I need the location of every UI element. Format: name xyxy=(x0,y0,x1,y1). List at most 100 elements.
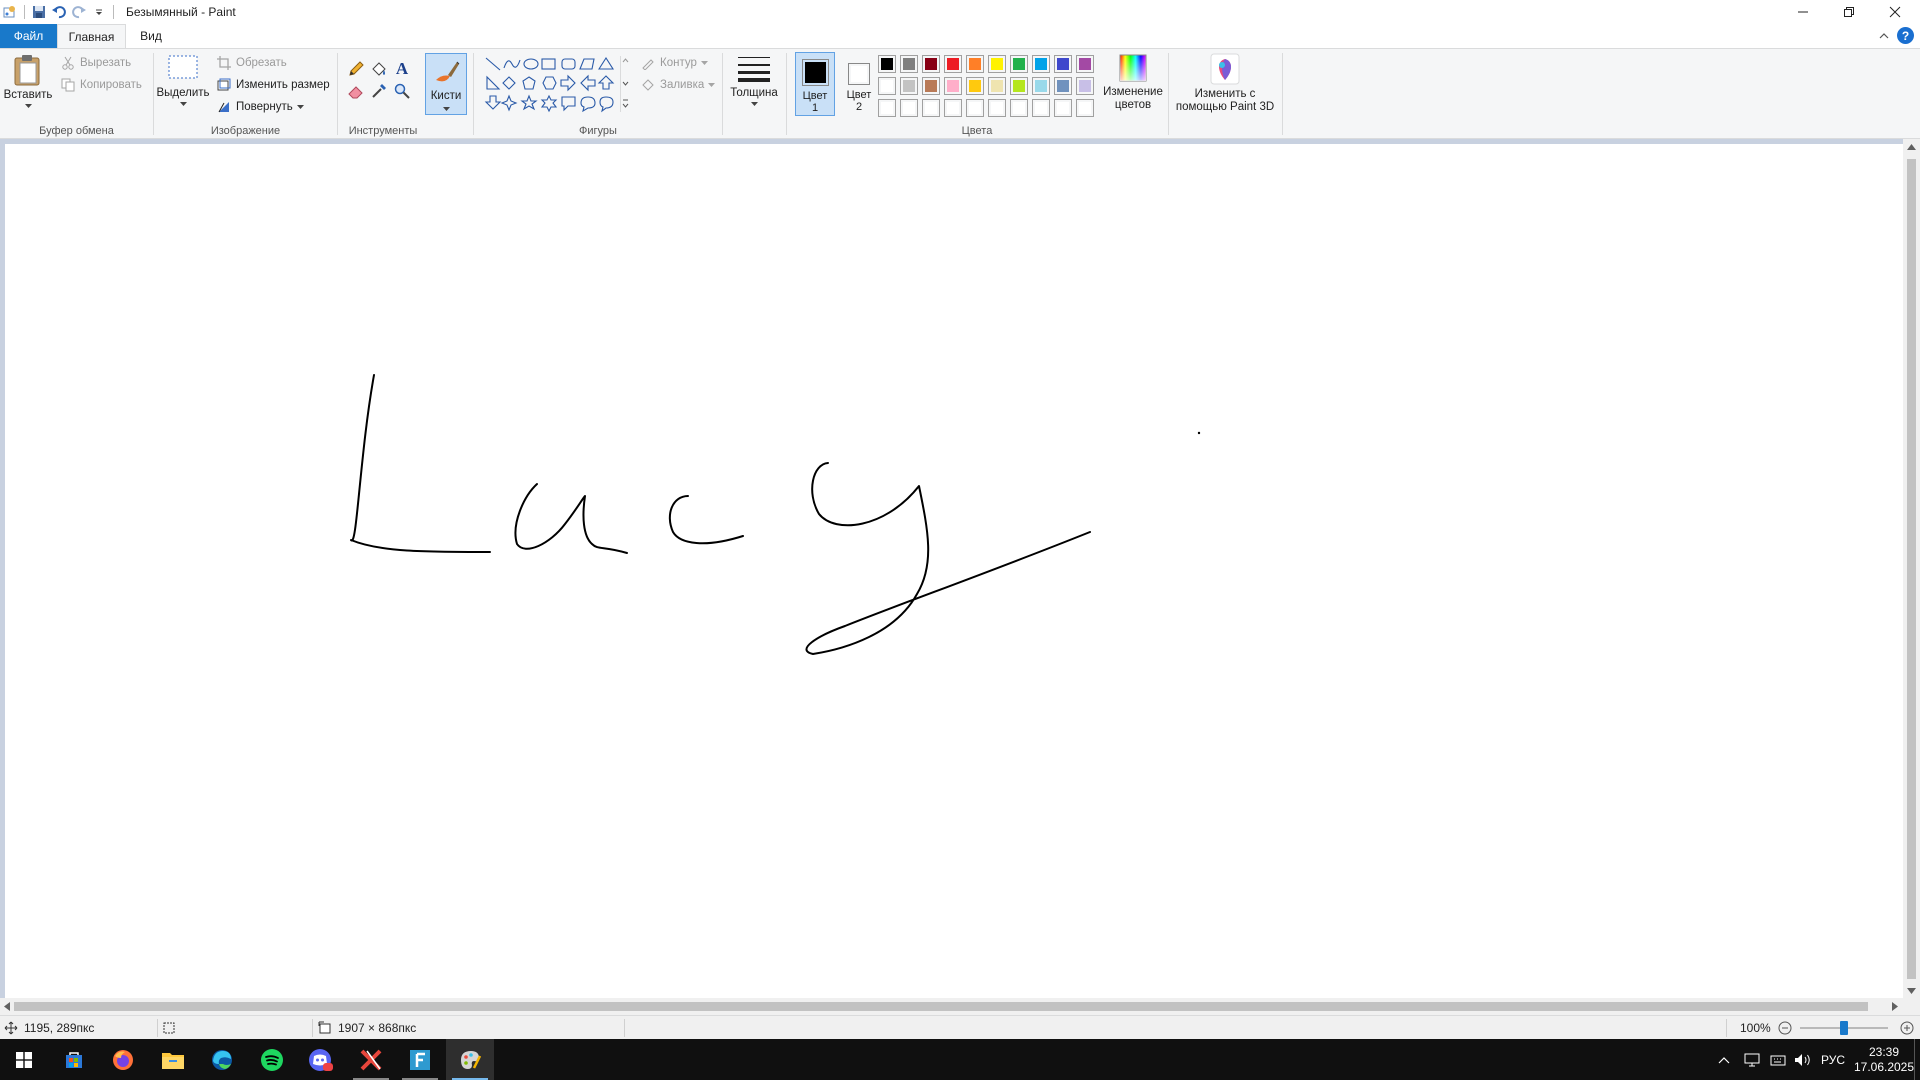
file-explorer-app[interactable] xyxy=(149,1039,197,1080)
palette-color-swatch[interactable] xyxy=(1032,77,1050,95)
zoom-in-button[interactable] xyxy=(1900,1016,1914,1040)
palette-color-swatch[interactable] xyxy=(1076,77,1094,95)
x-app[interactable] xyxy=(347,1039,395,1080)
paint-app-icon[interactable] xyxy=(0,2,20,22)
palette-color-swatch[interactable] xyxy=(878,55,896,73)
tab-view[interactable]: Вид xyxy=(130,24,172,48)
size-button[interactable]: Толщина xyxy=(726,53,782,107)
palette-color-swatch[interactable] xyxy=(900,55,918,73)
brushes-button[interactable]: Кисти xyxy=(425,53,467,115)
customize-toolbar-chevron-icon[interactable] xyxy=(89,2,109,22)
palette-color-swatch[interactable] xyxy=(1010,55,1028,73)
edit-with-paint3d-button[interactable]: Изменить с помощью Paint 3D xyxy=(1171,53,1279,114)
palette-color-swatch[interactable] xyxy=(1010,77,1028,95)
paste-label: Вставить xyxy=(3,89,53,101)
fill-button[interactable]: Заливка xyxy=(640,75,716,95)
collapse-ribbon-chevron-icon[interactable] xyxy=(1876,28,1892,44)
show-desktop-button[interactable] xyxy=(1914,1039,1915,1080)
vertical-scrollbar[interactable] xyxy=(1903,139,1920,999)
cut-button[interactable]: Вырезать xyxy=(60,53,131,73)
palette-color-swatch[interactable] xyxy=(1054,77,1072,95)
save-icon[interactable] xyxy=(29,2,49,22)
palette-empty-swatch[interactable] xyxy=(944,99,962,117)
magnifier-icon[interactable] xyxy=(391,80,413,102)
edit-colors-button[interactable]: Изменение цветов xyxy=(1099,53,1167,112)
palette-color-swatch[interactable] xyxy=(988,55,1006,73)
palette-color-swatch[interactable] xyxy=(1032,55,1050,73)
palette-color-swatch[interactable] xyxy=(922,77,940,95)
help-icon[interactable]: ? xyxy=(1897,27,1914,44)
minimize-button[interactable] xyxy=(1780,0,1826,24)
scroll-down-icon[interactable] xyxy=(1907,988,1916,994)
palette-color-swatch[interactable] xyxy=(900,77,918,95)
tab-home[interactable]: Главная xyxy=(57,24,126,48)
palette-color-swatch[interactable] xyxy=(944,77,962,95)
paint-app[interactable] xyxy=(446,1039,494,1080)
shapes-gallery[interactable] xyxy=(484,56,634,116)
horizontal-scrollbar[interactable] xyxy=(0,998,1920,1015)
palette-color-swatch[interactable] xyxy=(988,77,1006,95)
text-tool-icon[interactable]: A xyxy=(391,58,413,80)
zoom-slider[interactable] xyxy=(1800,1021,1888,1035)
palette-empty-swatch[interactable] xyxy=(878,99,896,117)
scroll-right-icon[interactable] xyxy=(1892,1002,1898,1011)
palette-empty-swatch[interactable] xyxy=(1054,99,1072,117)
eraser-icon[interactable] xyxy=(345,80,367,102)
start-button[interactable] xyxy=(0,1039,48,1080)
rotate-button[interactable]: Повернуть xyxy=(216,97,304,117)
vertical-scroll-thumb[interactable] xyxy=(1907,159,1916,979)
palette-color-swatch[interactable] xyxy=(1054,55,1072,73)
palette-color-swatch[interactable] xyxy=(966,77,984,95)
palette-color-swatch[interactable] xyxy=(922,55,940,73)
color1-button[interactable]: Цвет 1 xyxy=(795,52,835,116)
copy-button[interactable]: Копировать xyxy=(60,75,142,95)
scroll-left-icon[interactable] xyxy=(4,1002,10,1011)
zoom-slider-thumb[interactable] xyxy=(1840,1021,1848,1035)
palette-color-swatch[interactable] xyxy=(966,55,984,73)
spotify-app[interactable] xyxy=(248,1039,296,1080)
outline-button[interactable]: Контур xyxy=(640,53,708,73)
paste-button[interactable]: Вставить xyxy=(4,53,52,109)
resize-button[interactable]: Изменить размер xyxy=(216,75,330,95)
palette-empty-swatch[interactable] xyxy=(922,99,940,117)
clock[interactable]: 23:39 17.06.2025 xyxy=(1854,1039,1914,1080)
pencil-icon[interactable] xyxy=(345,58,367,80)
store-app[interactable] xyxy=(50,1039,98,1080)
close-button[interactable] xyxy=(1872,0,1918,24)
select-dropdown-icon[interactable] xyxy=(179,102,187,107)
color2-button[interactable]: Цвет 2 xyxy=(839,52,879,116)
undo-icon[interactable] xyxy=(49,2,69,22)
zoom-out-button[interactable] xyxy=(1778,1016,1792,1040)
palette-empty-swatch[interactable] xyxy=(966,99,984,117)
f-app[interactable] xyxy=(396,1039,444,1080)
tray-overflow-chevron-icon[interactable] xyxy=(1718,1039,1730,1080)
fill-bucket-icon[interactable] xyxy=(368,58,390,80)
tab-file[interactable]: Файл xyxy=(0,24,57,48)
palette-empty-swatch[interactable] xyxy=(1032,99,1050,117)
keyboard-layout-icon[interactable] xyxy=(1770,1039,1786,1080)
scroll-up-icon[interactable] xyxy=(1907,144,1916,150)
crop-button[interactable]: Обрезать xyxy=(216,53,287,73)
restore-button[interactable] xyxy=(1826,0,1872,24)
edge-app[interactable] xyxy=(198,1039,246,1080)
network-icon[interactable] xyxy=(1744,1039,1762,1080)
palette-empty-swatch[interactable] xyxy=(988,99,1006,117)
palette-swatch-fill xyxy=(903,58,915,70)
palette-empty-swatch[interactable] xyxy=(1010,99,1028,117)
volume-icon[interactable] xyxy=(1794,1039,1812,1080)
horizontal-scroll-thumb[interactable] xyxy=(14,1002,1868,1011)
redo-icon[interactable] xyxy=(69,2,89,22)
color-picker-icon[interactable] xyxy=(368,80,390,102)
paste-dropdown-icon[interactable] xyxy=(24,104,32,109)
palette-empty-swatch[interactable] xyxy=(900,99,918,117)
language-indicator[interactable]: РУС xyxy=(1821,1039,1845,1080)
drawing-canvas[interactable] xyxy=(5,144,1907,999)
discord-app[interactable] xyxy=(297,1039,345,1080)
shapes-gallery-scroll[interactable] xyxy=(620,56,630,112)
select-button[interactable]: Выделить xyxy=(156,53,210,107)
palette-color-swatch[interactable] xyxy=(878,77,896,95)
firefox-app[interactable] xyxy=(99,1039,147,1080)
palette-empty-swatch[interactable] xyxy=(1076,99,1094,117)
palette-color-swatch[interactable] xyxy=(944,55,962,73)
palette-color-swatch[interactable] xyxy=(1076,55,1094,73)
